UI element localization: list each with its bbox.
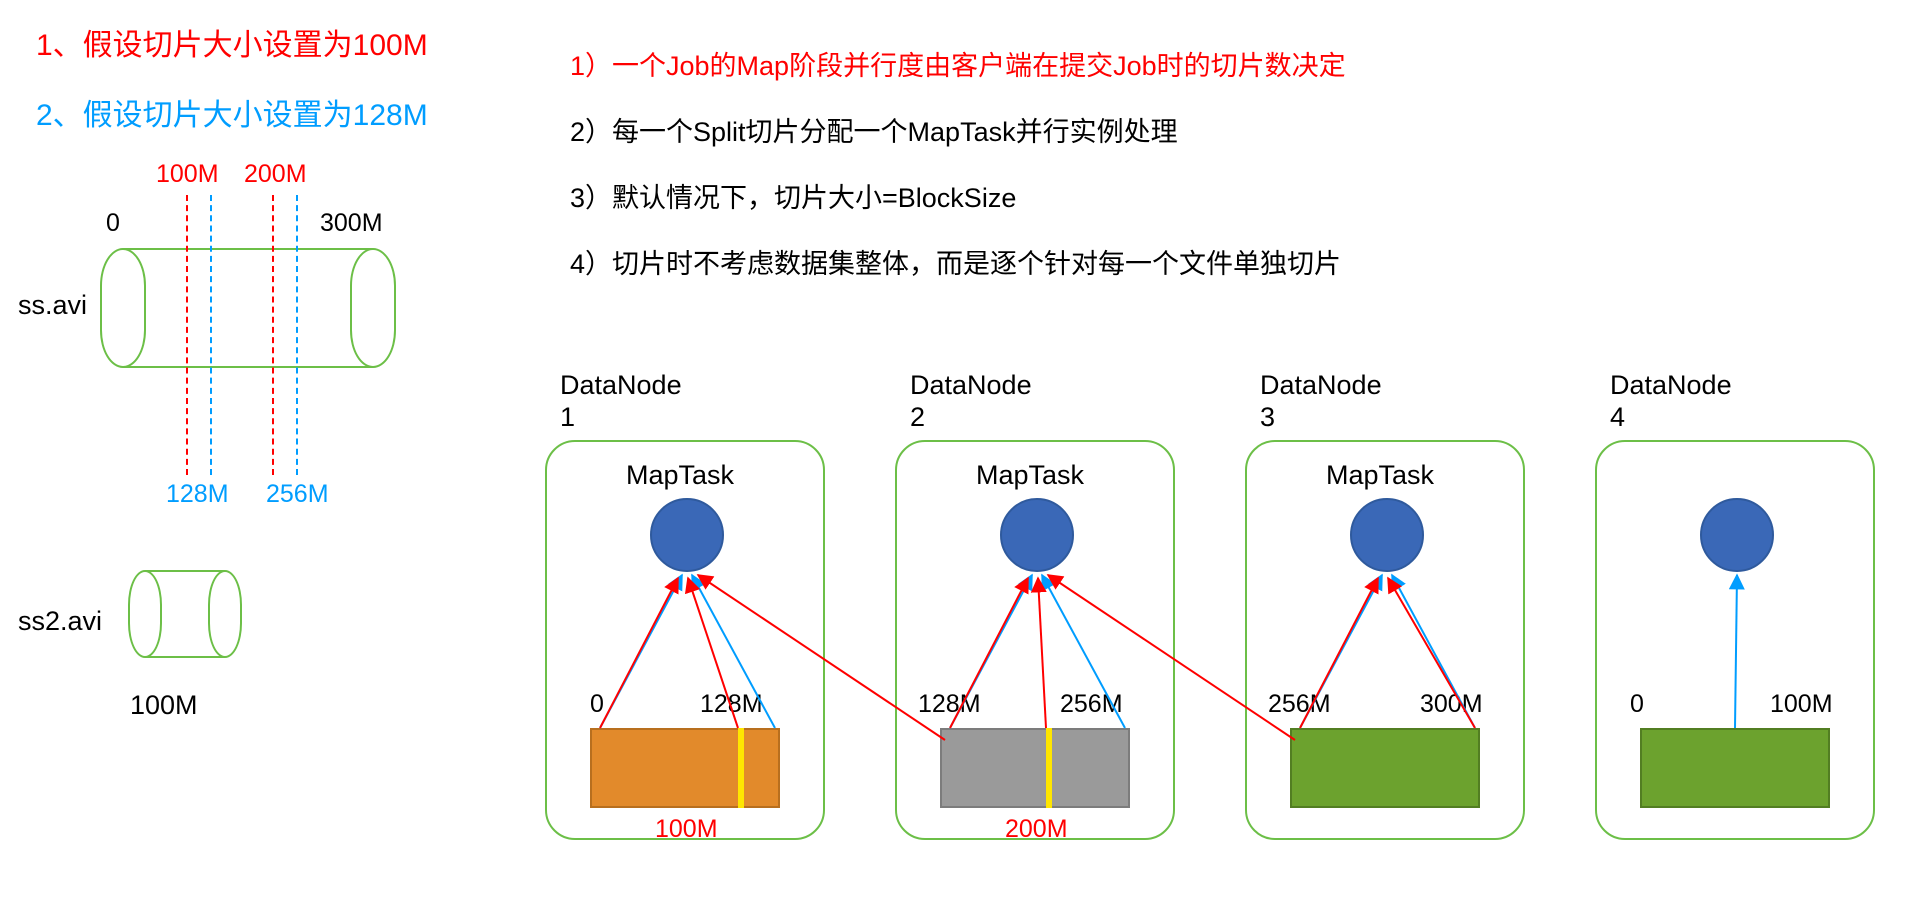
dn2-yellow-divider — [1046, 728, 1052, 808]
slice-red-200m — [272, 195, 274, 475]
cylinder2-left-cap — [128, 570, 162, 658]
bullet-2: 2）每一个Split切片分配一个MapTask并行实例处理 — [570, 110, 1178, 149]
dn1-mt-circle — [650, 498, 724, 572]
cyl-blue-128m: 128M — [166, 480, 229, 509]
dn1-right: 128M — [700, 690, 763, 719]
dn2-right: 256M — [1060, 690, 1123, 719]
dn3-right: 300M — [1420, 690, 1483, 719]
dn1-mt-label: MapTask — [626, 460, 734, 491]
dn2-title-a: DataNode — [910, 370, 1032, 401]
cyl-red-200m: 200M — [244, 160, 307, 189]
dn1-yellow-divider — [738, 728, 744, 808]
dn1-title-a: DataNode — [560, 370, 682, 401]
assumption-2: 2、假设切片大小设置为128M — [36, 90, 428, 134]
dn1-title-b: 1 — [560, 402, 575, 433]
slice-blue-256m — [296, 195, 298, 475]
dn4-title-b: 4 — [1610, 402, 1625, 433]
slice-blue-128m — [210, 195, 212, 475]
dn4-right: 100M — [1770, 690, 1833, 719]
dn2-block — [940, 728, 1130, 808]
file1-label: ss.avi — [18, 290, 87, 321]
bullet-4: 4）切片时不考虑数据集整体，而是逐个针对每一个文件单独切片 — [570, 242, 1341, 281]
cyl-blue-256m: 256M — [266, 480, 329, 509]
dn4-left: 0 — [1630, 690, 1644, 719]
cylinder-body — [123, 248, 373, 368]
dn3-mt-circle — [1350, 498, 1424, 572]
dn1-block — [590, 728, 780, 808]
cylinder2-right-cap — [208, 570, 242, 658]
cyl-start-label: 0 — [106, 209, 120, 238]
dn2-left: 128M — [918, 690, 981, 719]
cyl-red-100m: 100M — [156, 160, 219, 189]
dn3-left: 256M — [1268, 690, 1331, 719]
bullet-3: 3）默认情况下，切片大小=BlockSize — [570, 176, 1016, 215]
dn2-mt-circle — [1000, 498, 1074, 572]
dn4-title-a: DataNode — [1610, 370, 1732, 401]
dn2-mt-label: MapTask — [976, 460, 1084, 491]
dn2-mark: 200M — [1005, 815, 1068, 844]
cyl-end-label: 300M — [320, 209, 383, 238]
dn2-title-b: 2 — [910, 402, 925, 433]
dn3-mt-label: MapTask — [1326, 460, 1434, 491]
dn4-mt-circle — [1700, 498, 1774, 572]
slice-red-100m — [186, 195, 188, 475]
assumption-1: 1、假设切片大小设置为100M — [36, 20, 428, 64]
dn3-title-a: DataNode — [1260, 370, 1382, 401]
cylinder-right-cap — [350, 248, 396, 368]
file2-size: 100M — [130, 690, 198, 721]
dn3-title-b: 3 — [1260, 402, 1275, 433]
dn1-left: 0 — [590, 690, 604, 719]
bullet-1: 1）一个Job的Map阶段并行度由客户端在提交Job时的切片数决定 — [570, 44, 1346, 83]
file2-label: ss2.avi — [18, 606, 102, 637]
dn1-mark: 100M — [655, 815, 718, 844]
dn3-block — [1290, 728, 1480, 808]
dn4-block — [1640, 728, 1830, 808]
cylinder-left-cap — [100, 248, 146, 368]
